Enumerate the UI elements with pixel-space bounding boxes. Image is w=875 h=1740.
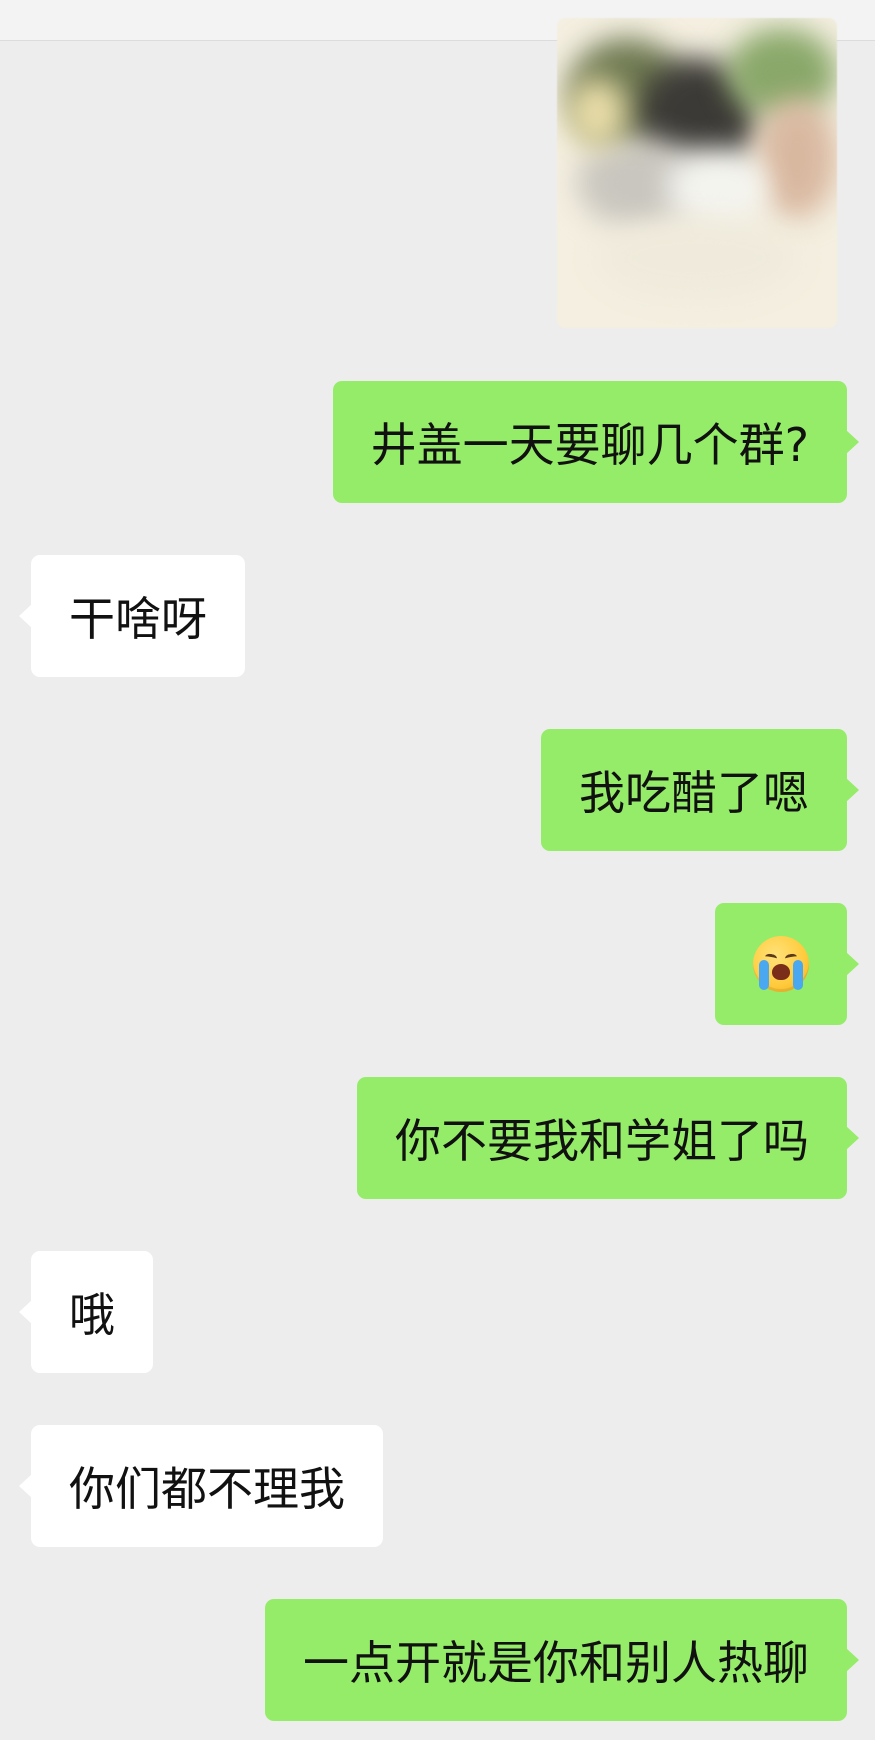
blurred-photo-thumbnail[interactable]	[557, 18, 837, 328]
message-text: 哦	[69, 1288, 115, 1342]
loudly-crying-face-icon	[753, 936, 809, 992]
incoming-message[interactable]: 你们都不理我	[19, 1425, 383, 1547]
message-text: 你们都不理我	[69, 1462, 345, 1516]
message-text: 井盖一天要聊几个群?	[370, 418, 809, 472]
incoming-message[interactable]: 哦	[19, 1251, 153, 1373]
outgoing-message[interactable]: 一点开就是你和别人热聊	[265, 1599, 859, 1721]
message-text: 我吃醋了嗯	[579, 766, 809, 820]
message-text: 干啥呀	[69, 592, 207, 646]
incoming-message[interactable]: 干啥呀	[19, 555, 245, 677]
message-text: 你不要我和学姐了吗	[395, 1114, 809, 1168]
image-message[interactable]	[535, 18, 865, 348]
chat-message-list[interactable]: 井盖一天要聊几个群? 干啥呀 我吃醋了嗯 你不要我和学姐了吗 哦 你们都不理我 …	[0, 0, 875, 1740]
outgoing-emoji-message[interactable]	[715, 903, 859, 1025]
outgoing-message[interactable]: 井盖一天要聊几个群?	[332, 381, 860, 503]
message-text: 一点开就是你和别人热聊	[303, 1636, 809, 1690]
outgoing-message[interactable]: 你不要我和学姐了吗	[357, 1077, 859, 1199]
outgoing-message[interactable]: 我吃醋了嗯	[541, 729, 859, 851]
